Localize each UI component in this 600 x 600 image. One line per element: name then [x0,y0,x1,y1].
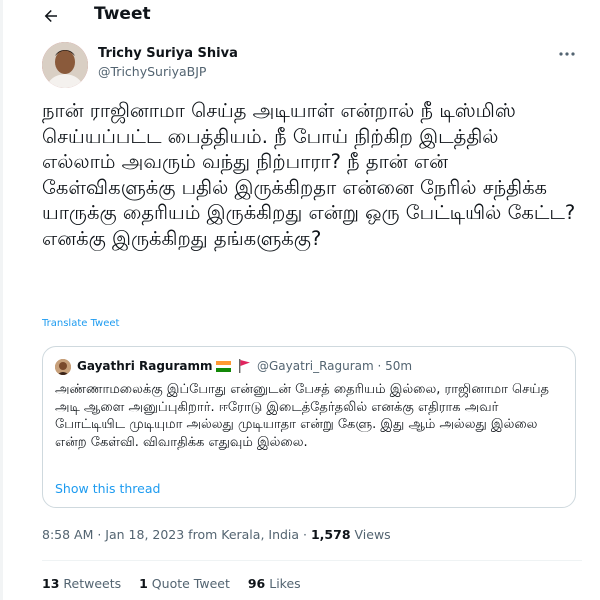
quote-tweets-stat[interactable]: 1 Quote Tweet [139,576,230,591]
views-label: Views [350,527,391,542]
likes-stat[interactable]: 96 Likes [248,576,301,591]
retweets-label: Retweets [59,576,122,591]
translate-tweet-link[interactable]: Translate Tweet [42,318,119,329]
quote-author-name: Gayathri Raguramm [77,359,213,373]
show-thread-link[interactable]: Show this thread [55,481,160,496]
author-handle[interactable]: @TrichySuriyaBJP [98,64,206,79]
likes-label: Likes [265,576,301,591]
more-horizontal-icon [559,52,575,56]
left-edge-strip [0,0,3,600]
likes-count: 96 [247,576,266,591]
engagement-stats: 13 Retweets 1 Quote Tweet 96 Likes [42,576,301,591]
tweet-timestamp-views: 8:58 AM · Jan 18, 2023 from Kerala, Indi… [42,527,391,542]
quote-handle-time: @Gayatri_Raguram · 50m [257,359,413,373]
quote-tweets-label: Quote Tweet [147,576,230,591]
india-flag-icon [216,361,231,373]
page-title: Tweet [94,4,151,24]
tweet-text: நான் ராஜினாமா செய்த அடியாள் என்றால் நீ ட… [42,99,576,250]
tweet-timestamp[interactable]: 8:58 AM · Jan 18, 2023 from Kerala, Indi… [42,527,311,542]
red-flag-icon [239,359,250,373]
quoted-tweet-card[interactable]: Gayathri Raguramm @Gayatri_Raguram · 50m… [42,346,576,508]
avatar-image [42,42,88,88]
back-button[interactable] [38,3,64,29]
author-name[interactable]: Trichy Suriya Shiva [98,46,238,61]
author-avatar[interactable] [42,42,88,88]
quote-tweets-count: 1 [139,576,148,591]
quote-avatar-image [55,359,71,375]
quote-author-avatar [55,359,71,375]
more-options-button[interactable] [555,44,579,64]
top-bar: Tweet [0,0,600,32]
views-count: 1,578 [310,527,351,542]
retweets-count: 13 [42,576,60,591]
quote-text: அண்ணாமலைக்கு இப்போது என்னுடன் பேசத் தைரி… [55,382,549,450]
stats-divider [42,560,582,561]
arrow-left-icon [44,10,57,22]
retweets-stat[interactable]: 13 Retweets [42,576,121,591]
